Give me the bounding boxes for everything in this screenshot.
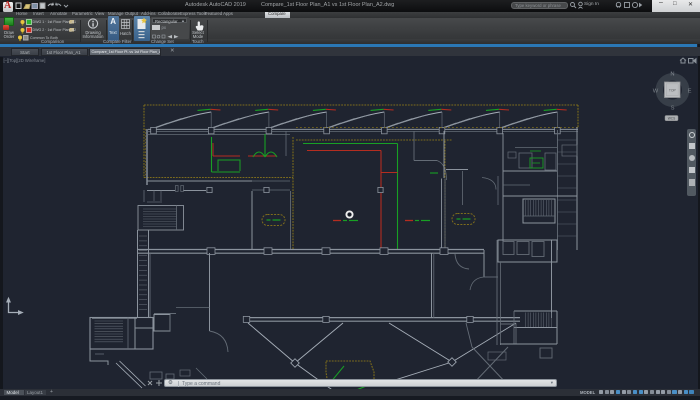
svg-text:WCS: WCS bbox=[668, 117, 675, 121]
svg-text:S: S bbox=[671, 106, 675, 112]
svg-text:W: W bbox=[653, 89, 659, 95]
svg-text:N: N bbox=[670, 72, 674, 78]
svg-text:E: E bbox=[688, 89, 692, 95]
svg-text:TOP: TOP bbox=[669, 89, 677, 93]
